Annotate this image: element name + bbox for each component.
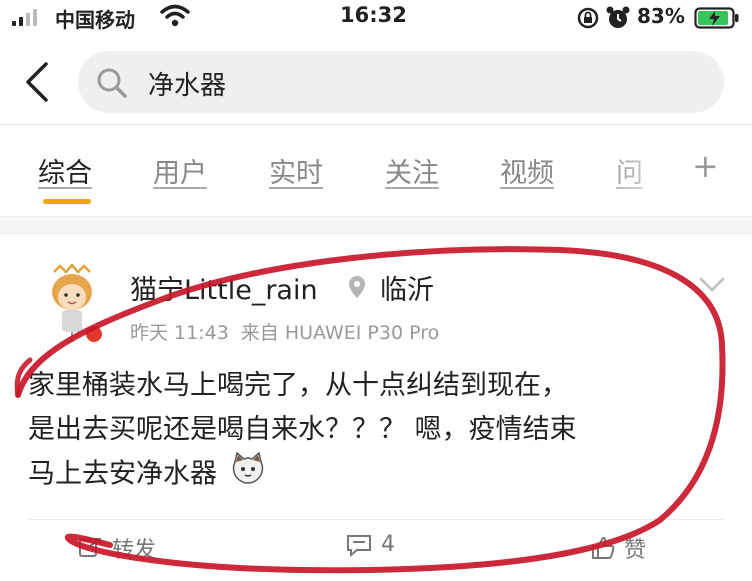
tab-following[interactable]: 关注 (385, 151, 439, 190)
post-body: 家里桶装水马上喝完了，从十点纠结到现在， 是出去买呢还是喝自来水？？？ 嗯，疫情… (28, 364, 728, 498)
alarm-clock-icon (605, 5, 631, 35)
post-source: 来自 HUAWEI P30 Pro (240, 322, 440, 344)
like-button[interactable]: 赞 (590, 532, 646, 564)
comment-button[interactable]: 4 (345, 532, 395, 557)
cat-emoji-icon (230, 451, 266, 498)
post-line: 马上去安净水器 (28, 458, 217, 490)
tab-users[interactable]: 用户 (153, 151, 207, 190)
post-time: 昨天 11:43 (130, 322, 229, 344)
carrier-name: 中国移动 (55, 8, 135, 32)
section-divider (0, 216, 752, 234)
tab-realtime[interactable]: 实时 (269, 151, 323, 190)
post-line-with-emoji: 马上去安净水器 (28, 451, 728, 498)
repost-label: 转发 (112, 538, 157, 563)
search-tabs: 综合 用户 实时 关注 视频 问 + (0, 135, 752, 215)
tab-comprehensive[interactable]: 综合 (38, 151, 92, 190)
like-label: 赞 (624, 538, 647, 563)
rotation-lock-icon (576, 6, 600, 34)
signal-strength-icon (12, 8, 37, 26)
repost-button[interactable]: 转发 (78, 532, 156, 564)
comment-count: 4 (381, 532, 395, 557)
clock: 16:32 (340, 3, 407, 27)
chevron-down-icon[interactable] (698, 276, 726, 298)
add-tab-button[interactable]: + (692, 147, 719, 185)
post-line: 是出去买呢还是喝自来水？？？ 嗯，疫情结束 (28, 414, 577, 445)
status-bar: 中国移动 16:32 83% (0, 0, 752, 38)
search-input[interactable]: 净水器 (78, 51, 724, 113)
header-divider (0, 124, 752, 125)
verified-badge-icon (84, 324, 104, 344)
back-button[interactable] (22, 60, 52, 104)
post-footer-divider (28, 519, 724, 520)
tab-video[interactable]: 视频 (500, 151, 554, 190)
search-icon (96, 67, 128, 103)
post-location[interactable]: 临沂 (380, 268, 434, 307)
thumbs-up-icon (592, 537, 615, 559)
search-query: 净水器 (148, 71, 227, 101)
active-tab-indicator (43, 199, 91, 204)
repost-icon (79, 538, 101, 557)
battery-percent: 83% (637, 4, 685, 28)
back-chevron-icon (26, 62, 48, 102)
tab-fade (600, 135, 680, 205)
post-line: 家里桶装水马上喝完了，从十点纠结到现在， (28, 370, 568, 401)
post-meta: 昨天 11:43 来自 HUAWEI P30 Pro (130, 318, 439, 345)
wifi-icon (160, 4, 190, 32)
author-name[interactable]: 猫宁Little_rain (130, 268, 318, 307)
comment-icon (347, 534, 371, 557)
location-pin-icon (346, 274, 368, 304)
battery-charging-icon (694, 7, 740, 33)
